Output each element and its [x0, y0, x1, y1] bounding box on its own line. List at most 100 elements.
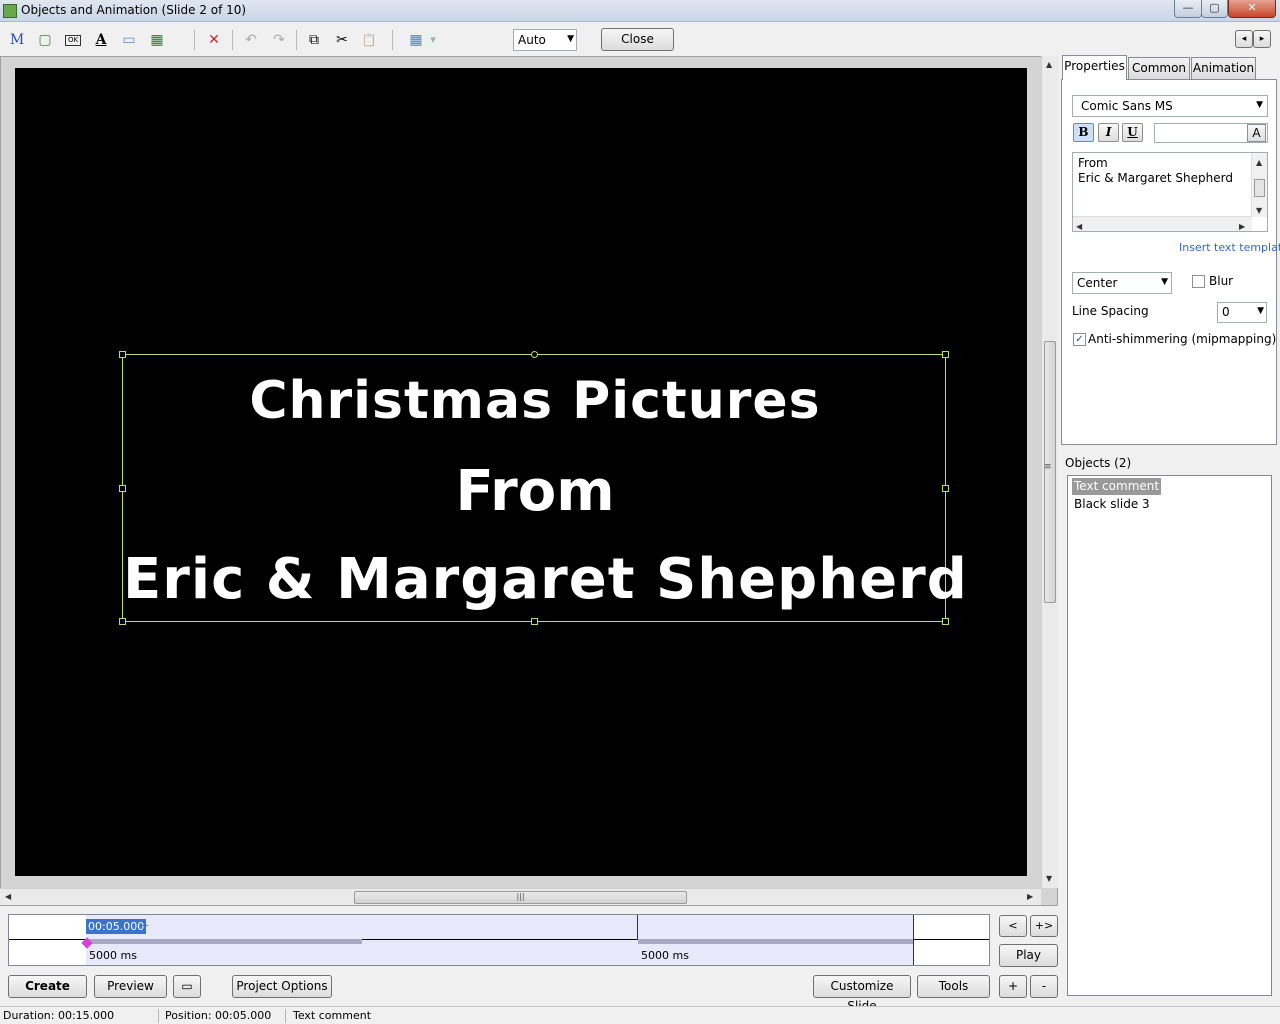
minimize-button[interactable]: — [1174, 0, 1202, 18]
line-spacing-value: 0 [1222, 305, 1230, 319]
scroll-thumb[interactable]: ||| [354, 891, 687, 904]
preview-button[interactable]: Preview [94, 975, 167, 998]
timeline-current-time[interactable]: 00:05.000 [86, 919, 147, 934]
text-content-field[interactable]: From Eric & Margaret Shepherd ▲ ▼ ◀ ▶ [1072, 152, 1268, 232]
chevron-down-icon: ▼ [1257, 306, 1264, 316]
splitter-grip-icon[interactable]: ≡ [1044, 462, 1052, 472]
chevron-down-icon: ▼ [1161, 277, 1168, 287]
tools-button[interactable]: Tools [917, 975, 990, 998]
close-button[interactable]: Close [601, 28, 674, 51]
grid-icon[interactable]: ▦ [405, 30, 427, 50]
m-tool-icon[interactable]: M [6, 30, 28, 50]
timeline-fit-button[interactable]: +> [1030, 915, 1058, 937]
undo-icon[interactable]: ↶ [240, 30, 262, 50]
zoom-select[interactable]: Auto ▼ [513, 29, 577, 51]
line-spacing-label: Line Spacing [1072, 304, 1149, 318]
button-icon[interactable]: OK [64, 35, 82, 46]
resize-handle[interactable] [119, 485, 126, 492]
objects-list[interactable]: Text comment Black slide 3 [1067, 475, 1272, 996]
tab-animation[interactable]: Animation [1191, 57, 1256, 79]
add-object-button[interactable]: + [999, 975, 1027, 998]
blur-label: Blur [1209, 274, 1234, 288]
status-duration: Duration: 00:15.000 [3, 1009, 115, 1022]
timeline[interactable]: 00:05.000 + 5000 ms 5000 ms [8, 914, 990, 966]
close-window-button[interactable]: ✕ [1228, 0, 1276, 18]
resize-handle[interactable] [531, 618, 538, 625]
timeline-prev-button[interactable]: < [999, 915, 1027, 937]
timeline-segment-bar[interactable] [86, 939, 362, 944]
rectangle-icon[interactable]: ▢ [34, 30, 56, 50]
resize-handle[interactable] [119, 351, 126, 358]
rotate-handle[interactable] [531, 351, 538, 358]
blur-checkbox[interactable] [1192, 275, 1205, 288]
scroll-down-icon[interactable]: ▼ [1046, 874, 1052, 883]
font-select[interactable]: Comic Sans MS ▼ [1072, 95, 1268, 117]
image-icon[interactable]: ▦ [146, 30, 168, 50]
status-separator [158, 1009, 159, 1023]
project-options-button[interactable]: Project Options [232, 975, 332, 998]
list-item[interactable]: Black slide 3 [1072, 496, 1152, 513]
scroll-right-icon[interactable]: ▶ [1027, 892, 1033, 901]
italic-button[interactable]: I [1098, 123, 1119, 142]
cut-icon[interactable]: ✂ [331, 30, 353, 50]
copy-icon[interactable]: ⧉ [303, 30, 325, 50]
text-vertical-scrollbar[interactable]: ▲ ▼ [1251, 153, 1267, 217]
scroll-left-icon[interactable]: ◀ [1076, 219, 1082, 234]
frame-icon[interactable]: ▭ [118, 30, 140, 50]
scroll-down-icon[interactable]: ▼ [1256, 203, 1262, 218]
tab-properties[interactable]: Properties [1062, 55, 1127, 80]
text-object-selection[interactable]: Christmas Pictures From Eric & Margaret … [119, 351, 967, 625]
text-color-button[interactable]: A [1247, 124, 1266, 142]
scroll-up-icon[interactable]: ▲ [1046, 60, 1052, 69]
previous-slide-button[interactable]: ◂ [1235, 30, 1253, 48]
preview-horizontal-scrollbar[interactable]: ◀ ||| ▶ [0, 888, 1041, 905]
maximize-button[interactable]: ▢ [1201, 0, 1228, 18]
font-select-value: Comic Sans MS [1081, 99, 1173, 113]
insert-text-template-link[interactable]: Insert text template [1179, 241, 1280, 254]
bold-button[interactable]: B [1073, 123, 1094, 142]
toolbar: M ▢ OK A ▭ ▦ ✕ ↶ ↷ ⧉ ✂ 📋 ▦ ▾ Auto ▼ Clos… [0, 22, 1280, 56]
scroll-thumb[interactable] [1254, 179, 1265, 197]
grid-dropdown-icon[interactable]: ▾ [426, 30, 440, 50]
scroll-up-icon[interactable]: ▲ [1256, 155, 1262, 170]
preview-vertical-scrollbar[interactable]: ▲ ▼ [1041, 56, 1058, 888]
text-icon[interactable]: A [90, 30, 112, 50]
create-button[interactable]: Create [8, 975, 87, 998]
paste-icon[interactable]: 📋 [358, 30, 380, 50]
resize-handle[interactable] [942, 351, 949, 358]
resize-handle[interactable] [942, 485, 949, 492]
timeline-add-icon[interactable]: + [140, 919, 149, 932]
list-item[interactable]: Text comment [1072, 478, 1162, 495]
tab-common[interactable]: Common [1128, 57, 1190, 79]
timeline-end-marker[interactable] [913, 915, 914, 965]
timeline-segment-bar[interactable] [638, 939, 914, 944]
resize-handle[interactable] [119, 618, 126, 625]
next-slide-button[interactable]: ▸ [1253, 30, 1271, 48]
text-horizontal-scrollbar[interactable]: ◀ ▶ [1073, 216, 1252, 231]
screen-icon[interactable]: ▭ [173, 975, 201, 998]
segment-duration-label: 5000 ms [89, 949, 137, 962]
play-button[interactable]: Play [999, 944, 1058, 967]
line-spacing-select[interactable]: 0 ▼ [1217, 302, 1267, 323]
antishimmer-label: Anti-shimmering (mipmapping) [1088, 332, 1277, 346]
scroll-left-icon[interactable]: ◀ [5, 892, 11, 901]
text-content-line: Eric & Margaret Shepherd [1078, 171, 1233, 185]
alignment-select-value: Center [1077, 276, 1118, 290]
objects-heading: Objects (2) [1065, 456, 1132, 470]
timeline-keyframe-marker[interactable] [637, 915, 638, 940]
scroll-right-icon[interactable]: ▶ [1239, 219, 1245, 234]
alignment-select[interactable]: Center ▼ [1072, 272, 1172, 294]
toolbar-separator [392, 30, 393, 50]
resize-handle[interactable] [942, 618, 949, 625]
window-title: Objects and Animation (Slide 2 of 10) [21, 3, 247, 17]
delete-icon[interactable]: ✕ [203, 30, 225, 50]
underline-button[interactable]: U [1122, 123, 1143, 142]
scroll-thumb[interactable] [1044, 341, 1056, 603]
segment-duration-label: 5000 ms [641, 949, 689, 962]
remove-object-button[interactable]: - [1030, 975, 1058, 998]
toolbar-separator [194, 30, 195, 50]
customize-slide-button[interactable]: Customize Slide [813, 975, 911, 1013]
antishimmer-checkbox[interactable]: ✓ [1073, 333, 1086, 346]
redo-icon[interactable]: ↷ [268, 30, 290, 50]
text-content-line: From [1078, 156, 1108, 170]
